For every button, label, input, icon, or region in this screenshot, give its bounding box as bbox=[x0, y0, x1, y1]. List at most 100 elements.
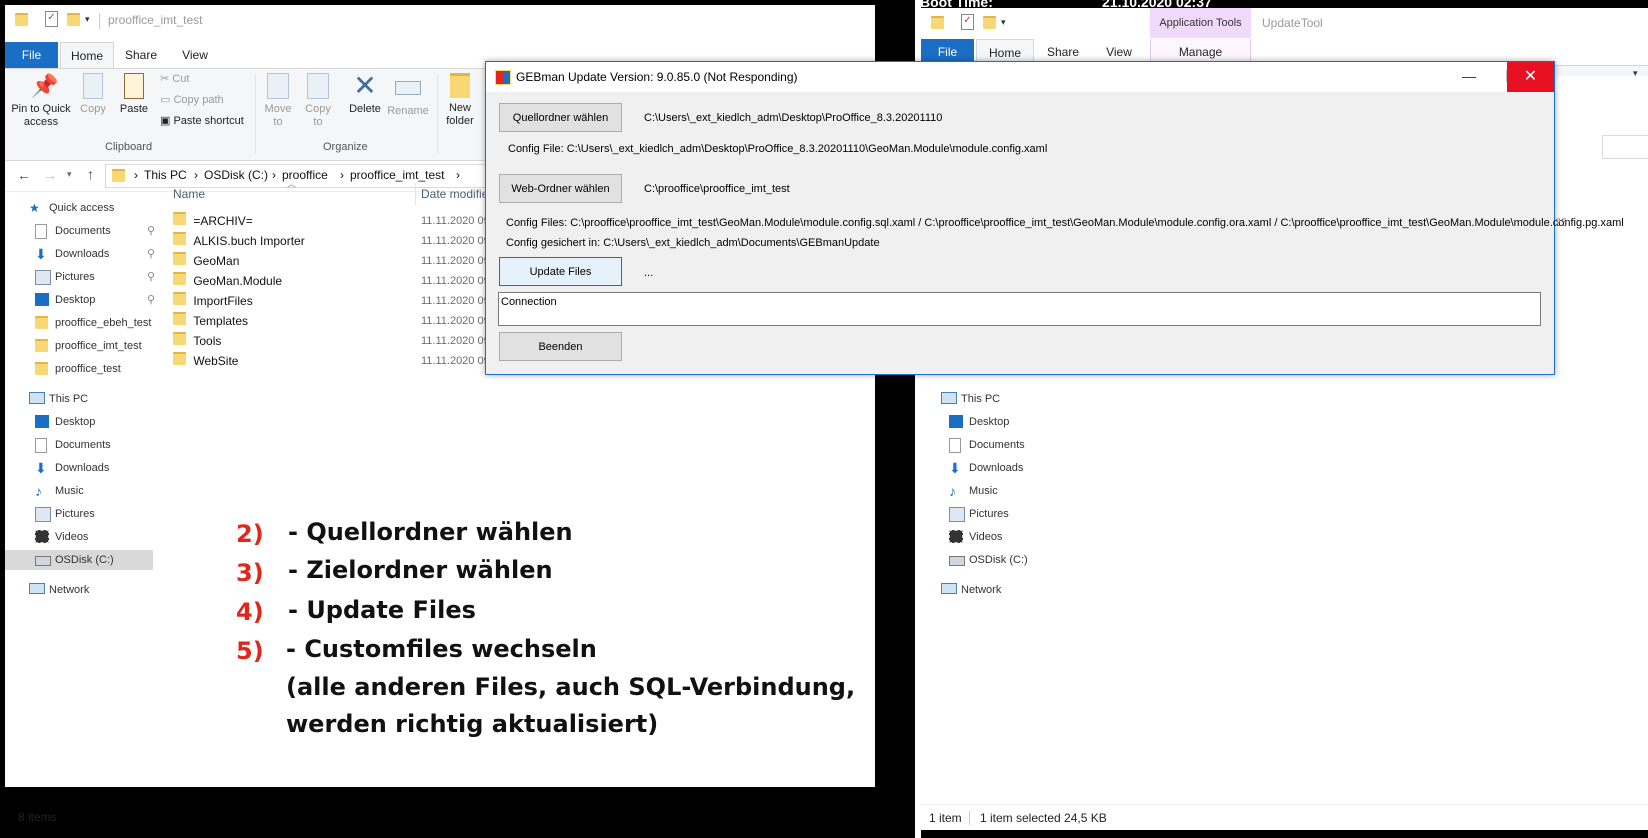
nav-pc-documents[interactable]: Documents bbox=[35, 435, 155, 455]
minimize-icon[interactable]: — bbox=[1462, 68, 1476, 84]
drive-icon bbox=[949, 556, 965, 566]
tab-view[interactable]: View bbox=[169, 42, 221, 68]
nav-label: prooffice_ebeh_test bbox=[55, 317, 152, 329]
folder-icon[interactable] bbox=[931, 16, 944, 32]
close-button[interactable]: ✕ bbox=[1507, 62, 1554, 92]
nav-pc-music[interactable]: ♪ Music bbox=[35, 481, 155, 501]
file-date: 11.11.2020 09 bbox=[421, 255, 490, 267]
new-folder-icon[interactable] bbox=[67, 13, 80, 29]
up-icon[interactable]: ↑ bbox=[87, 166, 94, 182]
update-files-button[interactable]: Update Files bbox=[499, 257, 622, 286]
documents-icon bbox=[949, 438, 961, 453]
list-item[interactable]: =ARCHIV= 11.11.2020 09 bbox=[173, 211, 503, 231]
properties-icon[interactable]: ✓ bbox=[45, 11, 58, 27]
new-folder-icon[interactable] bbox=[983, 16, 996, 32]
tab-file[interactable]: File bbox=[5, 42, 58, 68]
nav-label: Downloads bbox=[969, 462, 1024, 474]
cut-button[interactable]: ✂ Cut bbox=[160, 72, 189, 85]
copy-path-button[interactable]: ▭ Copy path bbox=[160, 93, 224, 106]
pin-icon: 📌 bbox=[31, 73, 59, 98]
music-icon: ♪ bbox=[35, 483, 42, 499]
paste-icon bbox=[124, 73, 144, 99]
breadcrumb-this-pc[interactable]: This PC bbox=[144, 168, 187, 182]
ribbon-expand-icon[interactable]: ▾ bbox=[1633, 68, 1638, 79]
list-item[interactable]: GeoMan 11.11.2020 09 bbox=[173, 251, 503, 271]
list-item[interactable]: WebSite 11.11.2020 09 bbox=[173, 351, 503, 371]
web-folder-path: C:\prooffice\prooffice_imt_test bbox=[644, 183, 790, 195]
nav-qa-prooffice-imt-test[interactable]: prooffice_imt_test bbox=[35, 336, 155, 356]
nav-pc-pictures[interactable]: Pictures bbox=[35, 504, 155, 524]
nav-pc-downloads[interactable]: ⬇ Downloads bbox=[949, 458, 1069, 478]
breadcrumb-sep: › bbox=[272, 168, 276, 182]
nav-pc-pictures[interactable]: Pictures bbox=[949, 504, 1069, 524]
window-title: prooffice_imt_test bbox=[108, 13, 203, 27]
customize-qat-icon[interactable]: ▾ bbox=[85, 14, 90, 25]
nav-pc-desktop[interactable]: Desktop bbox=[35, 412, 155, 432]
nav-quick-access[interactable]: ★ Quick access bbox=[29, 198, 155, 218]
list-item[interactable]: GeoMan.Module 11.11.2020 09 bbox=[173, 271, 503, 291]
nav-network[interactable]: Network bbox=[29, 580, 155, 600]
properties-icon[interactable]: ✓ bbox=[961, 14, 974, 30]
copy-path-label: Copy path bbox=[173, 94, 224, 106]
paste-button[interactable]: Paste bbox=[115, 73, 153, 116]
nav-label: Documents bbox=[55, 225, 111, 237]
tab-home[interactable]: Home bbox=[60, 42, 114, 69]
clipboard-group-label: Clipboard bbox=[105, 141, 153, 153]
nav-label: Network bbox=[961, 584, 1002, 596]
nav-pc-downloads[interactable]: ⬇ Downloads bbox=[35, 458, 155, 478]
nav-pc-osdisk[interactable]: OSDisk (C:) bbox=[5, 550, 153, 570]
new-folder-button[interactable]: New folder bbox=[441, 73, 479, 128]
nav-pc-desktop[interactable]: Desktop bbox=[949, 412, 1069, 432]
nav-qa-desktop[interactable]: Desktop ⚲ bbox=[35, 290, 155, 310]
breadcrumb-prooffice-imt-test[interactable]: prooffice_imt_test bbox=[350, 168, 445, 182]
file-name: ALKIS.buch Importer bbox=[193, 234, 305, 248]
select-source-folder-button[interactable]: Quellordner wählen bbox=[499, 103, 622, 132]
column-divider[interactable] bbox=[415, 183, 416, 205]
nav-qa-documents[interactable]: Documents ⚲ bbox=[35, 221, 155, 241]
column-header-name[interactable]: Name bbox=[173, 187, 205, 201]
column-header-date[interactable]: Date modifie bbox=[421, 187, 488, 201]
annotation-text: - Update Files bbox=[288, 596, 476, 624]
nav-pc-music[interactable]: ♪ Music bbox=[949, 481, 1069, 501]
cut-label: Cut bbox=[172, 73, 190, 85]
breadcrumb-osdisk[interactable]: OSDisk (C:) bbox=[204, 168, 268, 182]
recent-locations-icon[interactable]: ▾ bbox=[67, 169, 72, 180]
nav-label: Quick access bbox=[49, 202, 115, 214]
list-item[interactable]: Tools 11.11.2020 09 bbox=[173, 331, 503, 351]
list-item[interactable]: ImportFiles 11.11.2020 09 bbox=[173, 291, 503, 311]
nav-qa-prooffice-ebeh-test[interactable]: prooffice_ebeh_test bbox=[35, 313, 157, 333]
move-to-button[interactable]: Move to bbox=[260, 73, 296, 129]
star-icon: ★ bbox=[29, 201, 40, 215]
nav-qa-pictures[interactable]: Pictures ⚲ bbox=[35, 267, 155, 287]
exit-button[interactable]: Beenden bbox=[499, 332, 622, 361]
nav-this-pc[interactable]: This PC bbox=[29, 389, 155, 409]
network-icon bbox=[29, 583, 45, 594]
select-web-folder-button[interactable]: Web-Ordner wählen bbox=[499, 174, 622, 203]
delete-button[interactable]: ✕ Delete bbox=[345, 72, 385, 116]
rename-button[interactable]: Rename bbox=[387, 73, 429, 118]
back-icon[interactable]: ← bbox=[17, 167, 31, 183]
annotation-number: 3) bbox=[236, 559, 264, 587]
nav-pc-videos[interactable]: Videos bbox=[949, 527, 1069, 547]
nav-pc-videos[interactable]: Videos bbox=[35, 527, 155, 547]
folder-icon[interactable] bbox=[15, 13, 28, 29]
nav-qa-downloads[interactable]: ⬇ Downloads ⚲ bbox=[35, 244, 155, 264]
connection-textbox[interactable]: Connection bbox=[498, 292, 1541, 326]
list-item[interactable]: ALKIS.buch Importer 11.11.2020 09 bbox=[173, 231, 503, 251]
forward-icon[interactable]: → bbox=[43, 167, 57, 183]
customize-qat-icon[interactable]: ▾ bbox=[1001, 17, 1006, 28]
nav-pc-osdisk[interactable]: OSDisk (C:) bbox=[949, 550, 1069, 570]
nav-pc-documents[interactable]: Documents bbox=[949, 435, 1069, 455]
tab-share[interactable]: Share bbox=[115, 42, 167, 68]
nav-qa-prooffice-test[interactable]: prooffice_test bbox=[35, 359, 155, 379]
copy-to-button[interactable]: Copy to bbox=[300, 73, 336, 129]
list-item[interactable]: Templates 11.11.2020 09 bbox=[173, 311, 503, 331]
videos-icon bbox=[949, 530, 963, 543]
copy-button[interactable]: Copy bbox=[75, 73, 111, 116]
nav-this-pc[interactable]: This PC bbox=[941, 389, 1071, 409]
download-icon: ⬇ bbox=[35, 246, 47, 262]
pin-quick-access-button[interactable]: 📌 Pin to Quick access bbox=[9, 73, 73, 129]
nav-network[interactable]: Network bbox=[941, 580, 1071, 600]
nav-label: OSDisk (C:) bbox=[55, 554, 114, 566]
paste-shortcut-button[interactable]: ▣ Paste shortcut bbox=[160, 114, 244, 127]
